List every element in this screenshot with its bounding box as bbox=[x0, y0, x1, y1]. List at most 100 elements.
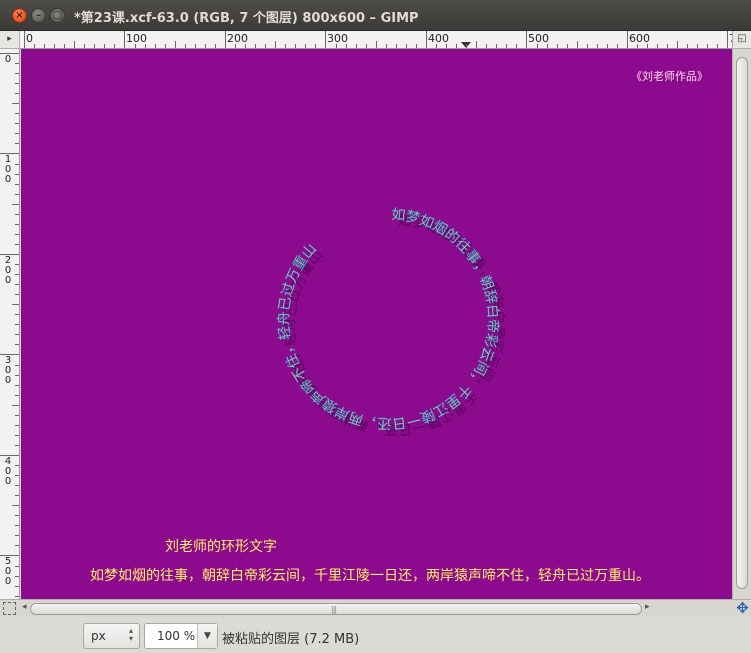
ruler-tick bbox=[15, 485, 19, 486]
ruler-tick bbox=[416, 44, 417, 48]
ruler-label: 100 bbox=[126, 32, 147, 45]
ruler-tick bbox=[406, 44, 407, 48]
ruler-label: 400 bbox=[4, 456, 12, 487]
signature-text: 《刘老师作品》 bbox=[631, 70, 708, 83]
ruler-tick bbox=[15, 475, 19, 476]
move-icon[interactable]: ✥ bbox=[734, 600, 751, 617]
ruler-tick bbox=[15, 334, 19, 335]
ruler-tick bbox=[526, 31, 527, 48]
ruler-tick bbox=[54, 44, 55, 48]
ruler-tick bbox=[687, 44, 688, 48]
image-canvas[interactable]: 如梦如烟的往事，朝辞白帝彩云间，千里江陵一日还，两岸猿声啼不住，轻舟已过万重山。… bbox=[21, 49, 732, 599]
maximize-window-button[interactable]: □ bbox=[50, 8, 65, 23]
vertical-scroll-thumb[interactable] bbox=[736, 57, 748, 589]
ruler-tick bbox=[15, 344, 19, 345]
horizontal-scrollbar-row: ◂ ||| ▸ ✥ bbox=[0, 599, 751, 617]
ruler-tick bbox=[577, 41, 578, 48]
ruler-tick bbox=[155, 44, 156, 48]
ruler-tick bbox=[396, 44, 397, 48]
ruler-tick bbox=[255, 44, 256, 48]
ruler-tick bbox=[15, 123, 19, 124]
ruler-tick bbox=[15, 576, 19, 577]
ruler-label: 600 bbox=[629, 32, 650, 45]
menu-arrow-icon: ▸ bbox=[7, 34, 12, 44]
quick-mask-icon[interactable] bbox=[3, 602, 16, 615]
ruler-tick bbox=[15, 425, 19, 426]
ruler-tick bbox=[557, 44, 558, 48]
ruler-label: 500 bbox=[4, 556, 12, 587]
ruler-label: 500 bbox=[528, 32, 549, 45]
vertical-scrollbar[interactable] bbox=[732, 49, 751, 599]
ruler-tick bbox=[456, 44, 457, 48]
ruler-tick bbox=[707, 44, 708, 48]
ruler-tick bbox=[64, 44, 65, 48]
ruler-tick bbox=[506, 44, 507, 48]
ruler-tick bbox=[114, 44, 115, 48]
ruler-label: 200 bbox=[227, 32, 248, 45]
ruler-tick bbox=[15, 495, 19, 496]
ruler-tick bbox=[667, 44, 668, 48]
ruler-tick bbox=[295, 44, 296, 48]
ruler-tick bbox=[15, 415, 19, 416]
ruler-tick bbox=[697, 44, 698, 48]
ruler-tick bbox=[15, 566, 19, 567]
image-menu-button[interactable]: ▸ bbox=[0, 31, 20, 49]
ruler-tick bbox=[195, 44, 196, 48]
ruler-tick bbox=[215, 44, 216, 48]
ruler-tick bbox=[15, 83, 19, 84]
zoom-selector[interactable]: 100 % ▼ bbox=[144, 623, 218, 649]
chevron-down-icon[interactable]: ▼ bbox=[197, 624, 217, 648]
ruler-tick bbox=[24, 31, 25, 48]
ruler-tick bbox=[15, 525, 19, 526]
ruler-tick bbox=[15, 63, 19, 64]
spin-arrows-icon: ▴ ▾ bbox=[128, 626, 133, 643]
ruler-tick bbox=[727, 31, 728, 48]
ruler-tick bbox=[15, 314, 19, 315]
ruler-tick bbox=[386, 44, 387, 48]
ruler-tick bbox=[15, 435, 19, 436]
ruler-tick bbox=[677, 41, 678, 48]
grip-icon: ||| bbox=[331, 605, 337, 614]
ruler-label: 0 bbox=[26, 32, 33, 45]
ruler-tick bbox=[15, 264, 19, 265]
ruler-tick bbox=[476, 41, 477, 48]
ruler-tick bbox=[15, 234, 19, 235]
ruler-tick bbox=[15, 596, 19, 597]
ruler-tick bbox=[15, 133, 19, 134]
ruler-tick bbox=[15, 244, 19, 245]
ruler-tick bbox=[516, 44, 517, 48]
caption-poem: 如梦如烟的往事，朝辞白帝彩云间，千里江陵一日还，两岸猿声啼不住，轻舟已过万重山。 bbox=[90, 568, 650, 584]
minimize-window-button[interactable]: – bbox=[31, 8, 46, 23]
horizontal-ruler[interactable]: 01002003004005006007 bbox=[20, 31, 732, 49]
ruler-tick bbox=[34, 44, 35, 48]
ruler-tick bbox=[657, 44, 658, 48]
ruler-tick bbox=[466, 44, 467, 48]
ruler-tick bbox=[627, 31, 628, 48]
ring-text-layer: 如梦如烟的往事，朝辞白帝彩云间，千里江陵一日还，两岸猿声啼不住，轻舟已过万重山。… bbox=[21, 49, 507, 437]
ruler-tick bbox=[15, 515, 19, 516]
ruler-tick bbox=[305, 44, 306, 48]
close-window-button[interactable]: × bbox=[12, 8, 27, 23]
ruler-tick bbox=[315, 44, 316, 48]
ruler-tick bbox=[44, 44, 45, 48]
ruler-tick bbox=[426, 31, 427, 48]
ruler-label: 0 bbox=[4, 54, 12, 65]
ruler-tick bbox=[587, 44, 588, 48]
horizontal-scroll-thumb[interactable]: ||| bbox=[30, 603, 642, 615]
ruler-tick bbox=[265, 44, 266, 48]
ruler-tick bbox=[175, 41, 176, 48]
scroll-left-icon[interactable]: ◂ bbox=[22, 602, 27, 612]
navigate-icon: ◱ bbox=[737, 33, 747, 44]
ruler-tick bbox=[356, 44, 357, 48]
ruler-tick bbox=[15, 194, 19, 195]
ruler-tick bbox=[15, 545, 19, 546]
ruler-tick bbox=[84, 44, 85, 48]
window-title: *第23课.xcf-63.0 (RGB, 7 个图层) 800x600 – GI… bbox=[74, 11, 419, 26]
scroll-right-icon[interactable]: ▸ bbox=[645, 602, 650, 612]
zoom-value: 100 % bbox=[157, 629, 196, 643]
ruler-tick bbox=[15, 535, 19, 536]
vertical-ruler[interactable]: 0 100 200 300 400 500 bbox=[0, 49, 20, 599]
ruler-tick bbox=[275, 41, 276, 48]
zoom-image-toggle-button[interactable]: ◱ bbox=[732, 31, 751, 49]
unit-selector[interactable]: px ▴ ▾ bbox=[83, 623, 140, 649]
